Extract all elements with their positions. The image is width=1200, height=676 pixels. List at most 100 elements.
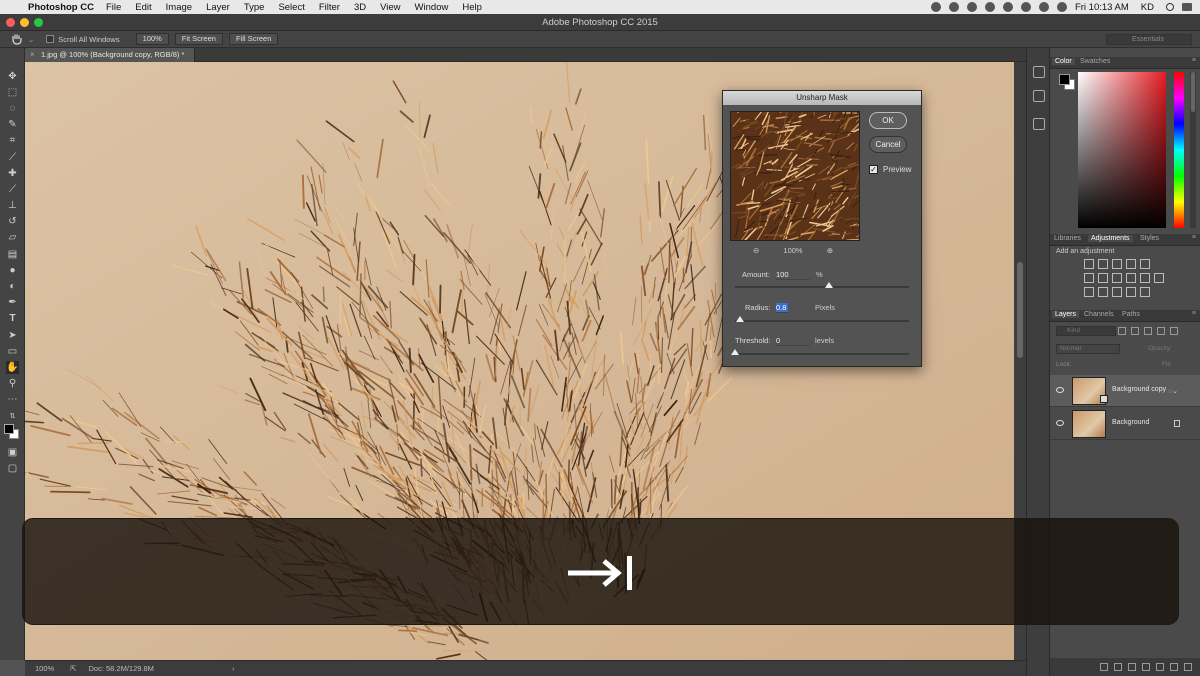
menu-3d[interactable]: 3D xyxy=(354,2,366,13)
app-menu[interactable]: Photoshop CC xyxy=(28,2,94,13)
menu-view[interactable]: View xyxy=(380,2,400,13)
layer-name[interactable]: Background copy xyxy=(1112,386,1166,393)
invert-icon[interactable] xyxy=(1084,287,1094,297)
layer-row-background[interactable]: Background xyxy=(1050,408,1200,440)
smart-object-filter-icon[interactable] xyxy=(1170,327,1178,335)
character-panel-icon[interactable] xyxy=(1033,118,1045,130)
exposure-icon[interactable] xyxy=(1126,259,1136,269)
threshold-icon[interactable] xyxy=(1112,287,1122,297)
color-panel-scrollbar[interactable] xyxy=(1190,72,1196,228)
hue-slider[interactable] xyxy=(1174,72,1184,228)
eyedropper-tool-icon[interactable]: ⟋ xyxy=(6,151,19,164)
threshold-slider[interactable] xyxy=(731,349,909,355)
layer-row-background-copy[interactable]: Background copy ◌⌄ xyxy=(1050,375,1200,407)
close-document-icon[interactable]: × xyxy=(30,48,35,62)
radius-slider-knob[interactable] xyxy=(736,316,745,322)
shape-filter-icon[interactable] xyxy=(1157,327,1165,335)
default-colors-icon[interactable]: ⇅ xyxy=(6,410,19,423)
tool-preset-chevron-icon[interactable]: ⌄ xyxy=(28,35,34,44)
threshold-slider-knob[interactable] xyxy=(731,349,739,355)
type-filter-icon[interactable] xyxy=(1144,327,1152,335)
crop-tool-icon[interactable]: ⌗ xyxy=(6,134,19,147)
battery-icon[interactable] xyxy=(1056,2,1067,12)
ok-button[interactable]: OK xyxy=(869,112,907,129)
hand-tool-icon[interactable] xyxy=(10,33,24,45)
notification-center-icon[interactable] xyxy=(1182,3,1192,11)
type-tool-icon[interactable]: T xyxy=(6,312,19,325)
tab-swatches[interactable]: Swatches xyxy=(1080,58,1110,65)
zoom-tool-icon[interactable]: ⚲ xyxy=(6,377,19,390)
export-icon[interactable]: ⇱ xyxy=(70,664,76,673)
clock[interactable]: Fri 10:13 AM xyxy=(1075,2,1129,13)
minimize-window-icon[interactable] xyxy=(20,18,29,27)
blend-mode-select[interactable]: Normal xyxy=(1056,344,1120,354)
workspace-switcher[interactable]: Essentials xyxy=(1106,34,1192,45)
sync-icon[interactable] xyxy=(984,2,995,12)
document-tab[interactable]: × 1.jpg @ 100% (Background copy, RGB/8) … xyxy=(25,48,196,62)
wifi-icon[interactable] xyxy=(1020,2,1031,12)
tab-libraries[interactable]: Libraries xyxy=(1054,235,1081,242)
tab-adjustments[interactable]: Adjustments xyxy=(1088,235,1133,242)
blur-tool-icon[interactable]: ● xyxy=(6,264,19,277)
amount-slider[interactable] xyxy=(735,282,909,288)
amount-slider-knob[interactable] xyxy=(824,282,833,288)
radius-slider[interactable] xyxy=(735,316,909,322)
dodge-tool-icon[interactable]: ◐ xyxy=(6,280,19,293)
menu-file[interactable]: File xyxy=(106,2,121,13)
menu-select[interactable]: Select xyxy=(278,2,304,13)
tab-paths[interactable]: Paths xyxy=(1122,311,1140,318)
properties-panel-icon[interactable] xyxy=(1033,90,1045,102)
screen-mode-icon[interactable]: ▢ xyxy=(6,462,19,475)
hue-saturation-icon[interactable] xyxy=(1084,273,1094,283)
zoom-window-icon[interactable] xyxy=(34,18,43,27)
zoom-100-button[interactable]: 100% xyxy=(135,33,169,45)
opacity-label[interactable]: Opacity: xyxy=(1148,345,1172,352)
healing-brush-tool-icon[interactable]: ✚ xyxy=(6,167,19,180)
rectangle-tool-icon[interactable]: ▭ xyxy=(6,345,19,358)
eraser-tool-icon[interactable]: ▱ xyxy=(6,231,19,244)
layers-panel-menu-icon[interactable]: ≡ xyxy=(1192,310,1196,317)
curves-icon[interactable] xyxy=(1112,259,1122,269)
dropbox-icon[interactable] xyxy=(930,2,941,12)
user-menu[interactable]: KD xyxy=(1141,2,1154,13)
gradient-tool-icon[interactable]: ▤ xyxy=(6,248,19,261)
tab-styles[interactable]: Styles xyxy=(1140,235,1159,242)
pixel-filter-icon[interactable] xyxy=(1118,327,1126,335)
hand-tool-icon[interactable]: ✋ xyxy=(6,361,19,374)
amount-input[interactable]: 100 xyxy=(776,270,810,280)
smart-filter-icon[interactable]: ◌⌄ xyxy=(1168,387,1178,395)
volume-icon[interactable] xyxy=(1038,2,1049,12)
path-selection-tool-icon[interactable]: ➤ xyxy=(6,329,19,342)
clone-stamp-tool-icon[interactable]: ⊥ xyxy=(6,199,19,212)
selective-color-icon[interactable] xyxy=(1126,287,1136,297)
menu-window[interactable]: Window xyxy=(415,2,449,13)
brush-tool-icon[interactable]: ⟋ xyxy=(6,183,19,196)
preview-checkbox[interactable]: ✓ xyxy=(869,165,878,174)
visibility-eye-icon[interactable] xyxy=(1056,420,1064,426)
visibility-eye-icon[interactable] xyxy=(1056,387,1064,393)
new-adjustment-layer-icon[interactable] xyxy=(1142,663,1150,671)
fill-screen-button[interactable]: Fill Screen xyxy=(228,33,279,45)
menu-image[interactable]: Image xyxy=(166,2,192,13)
color-field[interactable] xyxy=(1078,72,1166,228)
time-machine-icon[interactable] xyxy=(1002,2,1013,12)
record-icon[interactable] xyxy=(966,2,977,12)
black-white-icon[interactable] xyxy=(1112,273,1122,283)
history-brush-tool-icon[interactable]: ↺ xyxy=(6,215,19,228)
new-layer-icon[interactable] xyxy=(1170,663,1178,671)
tab-color[interactable]: Color xyxy=(1052,58,1075,65)
fill-label[interactable]: Fill: xyxy=(1162,361,1172,368)
levels-icon[interactable] xyxy=(1098,259,1108,269)
layer-name[interactable]: Background xyxy=(1112,419,1149,426)
foreground-color-swatch[interactable] xyxy=(4,424,14,434)
status-menu-chevron-icon[interactable]: › xyxy=(232,664,235,673)
posterize-icon[interactable] xyxy=(1098,287,1108,297)
color-panel-menu-icon[interactable]: ≡ xyxy=(1192,57,1196,64)
menu-help[interactable]: Help xyxy=(462,2,482,13)
cancel-button[interactable]: Cancel xyxy=(869,136,907,153)
adjustments-panel-menu-icon[interactable]: ≡ xyxy=(1192,234,1196,241)
vertical-scroll-thumb[interactable] xyxy=(1017,262,1023,358)
spotlight-icon[interactable] xyxy=(1166,3,1174,11)
photo-filter-icon[interactable] xyxy=(1126,273,1136,283)
color-foreground-swatch[interactable] xyxy=(1059,74,1070,85)
